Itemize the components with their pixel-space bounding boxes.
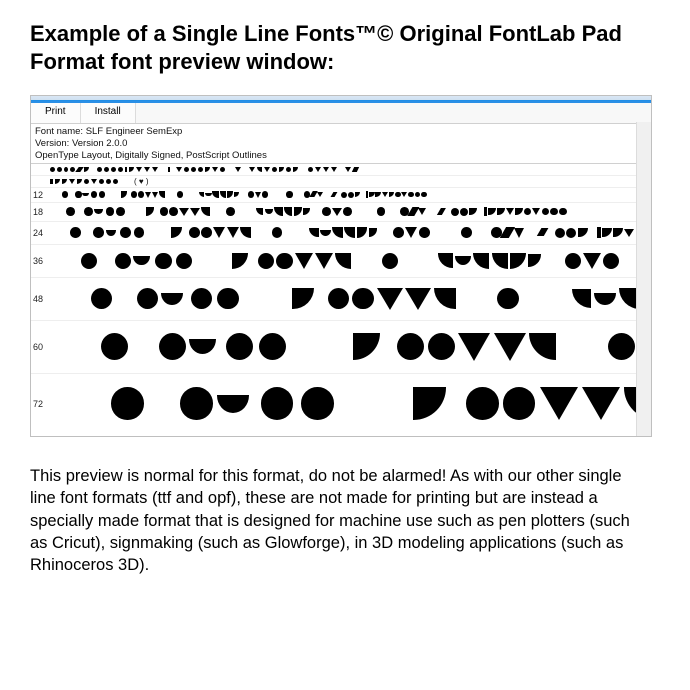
meta-name: Font name: SLF Engineer SemExp [35,126,647,138]
toolbar: Print Install [31,103,651,124]
sample-row-60 [50,321,651,373]
meta-version: Version: Version 2.0.0 [35,138,647,150]
install-button[interactable]: Install [81,103,136,123]
sample-row-72 [50,374,651,434]
vertical-scrollbar[interactable] [636,122,651,436]
alpha-row-1 [50,164,360,175]
font-metadata: Font name: SLF Engineer SemExp Version: … [31,124,651,164]
font-preview-window: Print Install Font name: SLF Engineer Se… [30,95,652,437]
print-button[interactable]: Print [31,103,81,123]
alpha-row-2: ( ♥ ) [50,176,149,187]
sample-area: ( ♥ ) 12 18 24 36 48 [31,164,651,426]
meta-features: OpenType Layout, Digitally Signed, PostS… [35,150,647,162]
sample-row-24 [50,222,651,244]
sample-row-18 [50,203,568,221]
sample-row-48 [50,278,651,320]
sample-row-12 [50,188,428,202]
sample-row-36 [50,245,651,277]
description-text: This preview is normal for this format, … [30,465,650,576]
page-heading: Example of a Single Line Fonts™© Origina… [30,20,660,75]
